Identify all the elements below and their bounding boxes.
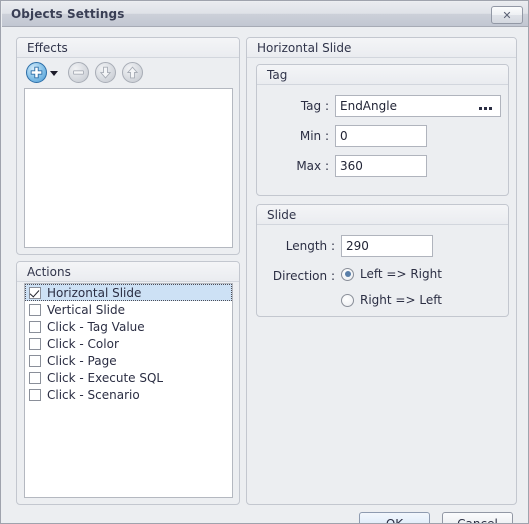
actions-group: Actions Horizontal Slide Vertical Slide … <box>16 261 240 505</box>
horizontal-slide-detail-group: Horizontal Slide Tag Tag : EndAngle Min … <box>246 37 517 505</box>
close-icon: ✕ <box>502 9 512 22</box>
tag-field-label: Tag : <box>300 99 329 113</box>
checkbox-icon[interactable] <box>29 286 41 299</box>
list-item-label: Horizontal Slide <box>47 285 142 300</box>
move-effect-down-button[interactable] <box>95 62 116 83</box>
direction-option-label: Left => Right <box>360 267 442 281</box>
list-item-label: Click - Scenario <box>47 387 140 402</box>
tag-input-value: EndAngle <box>340 99 397 113</box>
slide-group: Slide Length : 290 Direction : Left => R… <box>256 204 509 317</box>
checkbox-icon[interactable] <box>29 354 41 367</box>
effects-toolbar <box>18 59 238 85</box>
checkbox-icon[interactable] <box>29 337 41 350</box>
window-title: Objects Settings <box>11 7 125 21</box>
ok-button[interactable]: OK <box>359 512 430 523</box>
list-item[interactable]: Click - Execute SQL <box>25 369 232 386</box>
radio-icon[interactable] <box>341 293 354 307</box>
dialog-body: Effects Actions Horizontal Slide Vertica… <box>2 27 528 523</box>
list-item[interactable]: Click - Scenario <box>25 386 232 403</box>
slide-group-header: Slide <box>257 205 508 225</box>
tag-browse-button[interactable] <box>479 100 495 113</box>
effects-group: Effects <box>16 37 240 255</box>
min-field-label: Min : <box>299 129 329 143</box>
direction-field-label: Direction : <box>272 269 335 283</box>
effects-list[interactable] <box>24 88 233 248</box>
arrow-up-circle-icon <box>122 62 143 83</box>
actions-group-title: Actions <box>27 265 71 279</box>
plus-circle-icon <box>26 62 47 83</box>
direction-option-left-to-right[interactable]: Left => Right <box>341 267 442 281</box>
chevron-down-icon <box>50 71 58 76</box>
list-item[interactable]: Horizontal Slide <box>25 284 232 301</box>
direction-option-right-to-left[interactable]: Right => Left <box>341 293 442 307</box>
list-item-label: Click - Page <box>47 353 117 368</box>
tag-input[interactable]: EndAngle <box>335 95 501 117</box>
add-effect-button[interactable] <box>26 62 58 83</box>
list-item-label: Vertical Slide <box>47 302 126 317</box>
minus-circle-icon <box>68 62 89 83</box>
move-effect-up-button[interactable] <box>122 62 143 83</box>
min-input[interactable]: 0 <box>335 125 427 147</box>
tag-group: Tag Tag : EndAngle Min : 0 Max : 360 <box>256 64 509 196</box>
effects-group-header: Effects <box>17 38 239 58</box>
list-item[interactable]: Click - Page <box>25 352 232 369</box>
checkbox-icon[interactable] <box>29 320 41 333</box>
max-input-value: 360 <box>340 159 363 173</box>
effects-group-title: Effects <box>27 41 68 55</box>
tag-group-header: Tag <box>257 65 508 85</box>
list-item-label: Click - Tag Value <box>47 319 145 334</box>
tag-group-title: Tag <box>267 68 288 82</box>
checkbox-icon[interactable] <box>29 303 41 316</box>
checkbox-icon[interactable] <box>29 388 41 401</box>
list-item[interactable]: Vertical Slide <box>25 301 232 318</box>
list-item[interactable]: Click - Color <box>25 335 232 352</box>
length-input-value: 290 <box>346 239 369 253</box>
max-input[interactable]: 360 <box>335 155 427 177</box>
arrow-down-circle-icon <box>95 62 116 83</box>
detail-group-header: Horizontal Slide <box>247 38 516 58</box>
actions-group-header: Actions <box>17 262 239 282</box>
checkbox-icon[interactable] <box>29 371 41 384</box>
direction-option-label: Right => Left <box>360 293 442 307</box>
slide-group-title: Slide <box>267 208 297 222</box>
min-input-value: 0 <box>340 129 348 143</box>
detail-group-title: Horizontal Slide <box>257 41 352 55</box>
title-bar: Objects Settings ✕ <box>2 2 528 27</box>
actions-list[interactable]: Horizontal Slide Vertical Slide Click - … <box>24 283 233 498</box>
list-item-label: Click - Color <box>47 336 119 351</box>
remove-effect-button[interactable] <box>68 62 89 83</box>
list-item[interactable]: Click - Tag Value <box>25 318 232 335</box>
objects-settings-dialog: Objects Settings ✕ Effects Actions Horiz… <box>0 0 529 524</box>
list-item-label: Click - Execute SQL <box>47 370 164 385</box>
radio-icon[interactable] <box>341 267 354 281</box>
close-button[interactable]: ✕ <box>491 6 523 24</box>
length-input[interactable]: 290 <box>341 235 433 257</box>
cancel-button[interactable]: Cancel <box>442 512 513 523</box>
length-field-label: Length : <box>285 239 335 253</box>
max-field-label: Max : <box>296 159 329 173</box>
